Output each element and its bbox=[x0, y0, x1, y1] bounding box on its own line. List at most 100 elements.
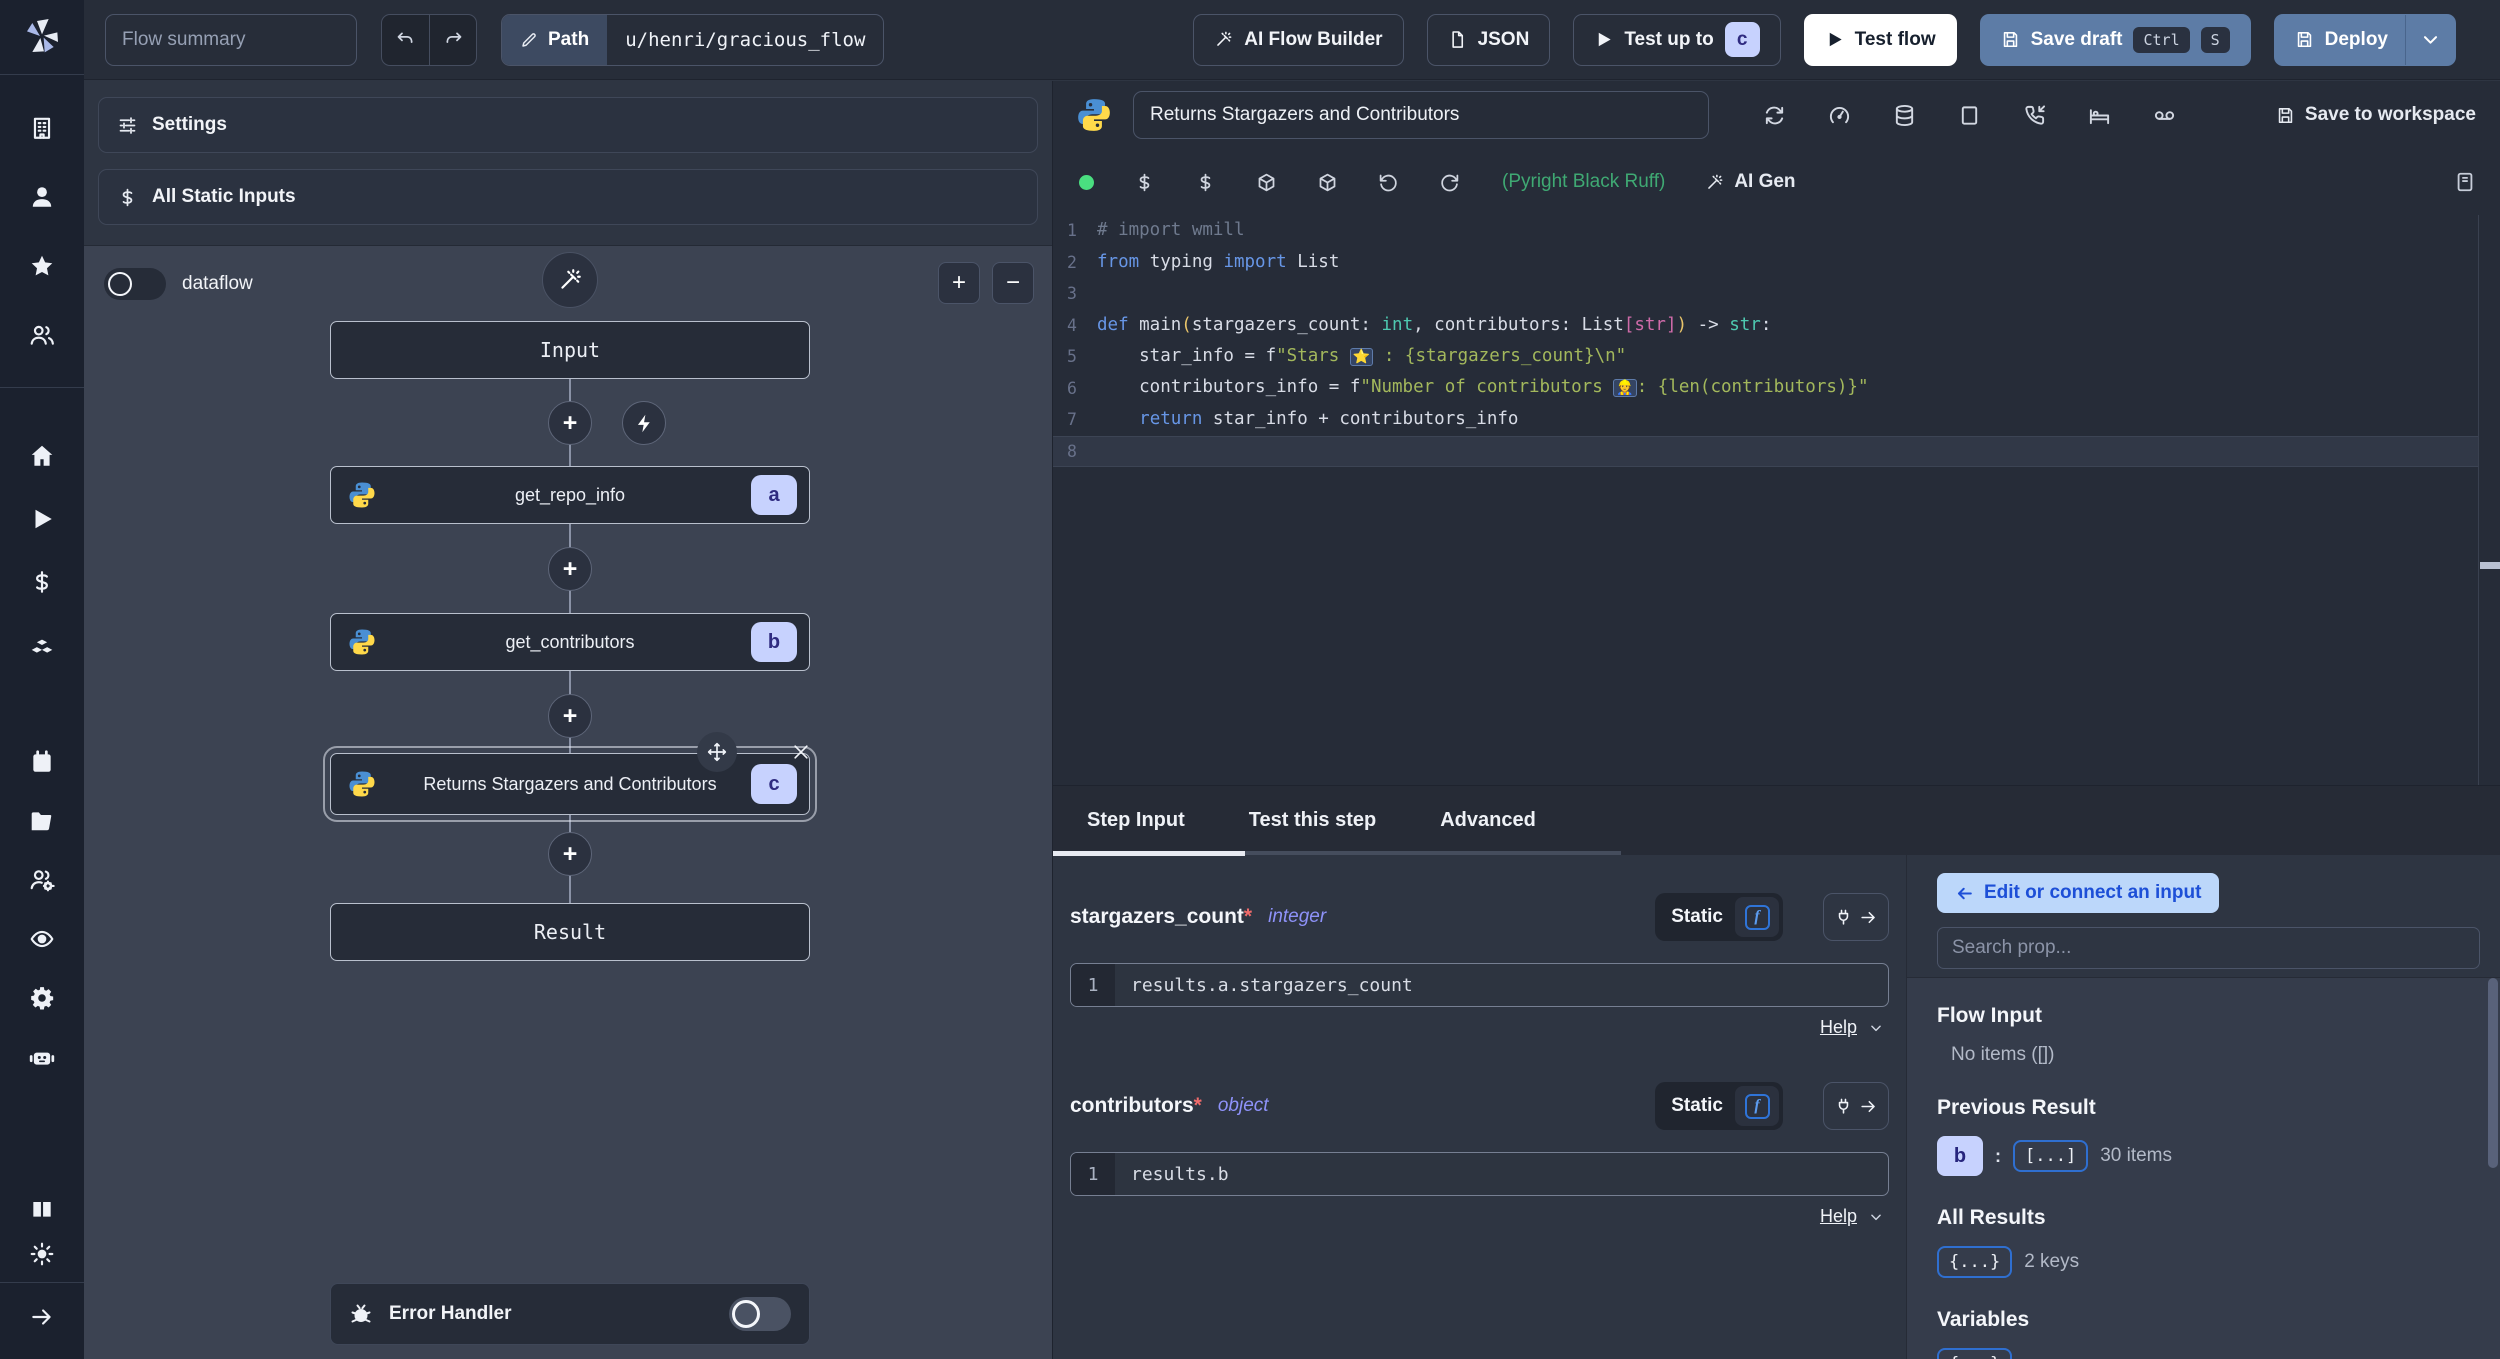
flow-summary-input[interactable] bbox=[105, 13, 357, 66]
code-line-4[interactable]: 4 def main(stargazers_count: int, contrib… bbox=[1053, 310, 2478, 342]
tab-test-this-step[interactable]: Test this step bbox=[1217, 786, 1408, 855]
error-handler-toggle[interactable] bbox=[729, 1297, 791, 1331]
tab-advanced[interactable]: Advanced bbox=[1408, 786, 1568, 855]
flow-node-a[interactable]: get_repo_info a bbox=[330, 466, 810, 524]
code-line-2[interactable]: 2 from typing import List bbox=[1053, 247, 2478, 279]
test-flow-button[interactable]: Test flow bbox=[1803, 13, 1957, 66]
editor-square-icon[interactable] bbox=[1958, 104, 1981, 127]
sidebar-item-building-icon[interactable] bbox=[0, 93, 84, 162]
sidebar-item-folder-icon[interactable] bbox=[0, 791, 84, 850]
move-node-handle[interactable] bbox=[697, 732, 737, 772]
path-field[interactable]: Path u/henri/gracious_flow bbox=[501, 13, 885, 66]
sidebar-item-workers-icon[interactable] bbox=[0, 850, 84, 909]
zoom-out-button[interactable]: − bbox=[992, 262, 1034, 304]
sidebar-item-settings-icon[interactable] bbox=[0, 968, 84, 1027]
editor-sync-icon[interactable] bbox=[1763, 104, 1786, 127]
code-line-3[interactable]: 3 bbox=[1053, 278, 2478, 310]
save-draft-button[interactable]: Save draft Ctrl S bbox=[1979, 13, 2251, 66]
toolbar-dollar-icon[interactable] bbox=[1195, 172, 1216, 193]
flow-node-b[interactable]: get_contributors b bbox=[330, 613, 810, 671]
edit-or-connect-button[interactable]: Edit or connect an input bbox=[1937, 873, 2220, 913]
tab-step-input[interactable]: Step Input bbox=[1055, 786, 1217, 855]
add-step-button[interactable]: + bbox=[548, 547, 592, 591]
sidebar-item-play-icon[interactable] bbox=[0, 487, 84, 550]
static-javascript-toggle[interactable]: Static f bbox=[1655, 1082, 1783, 1130]
editor-bed-icon[interactable] bbox=[2088, 104, 2111, 127]
delete-node-button[interactable] bbox=[781, 732, 821, 772]
all-results-expand-chip[interactable]: {...} bbox=[1937, 1246, 2013, 1278]
toolbar-package-icon[interactable] bbox=[1256, 172, 1277, 193]
sidebar-item-boxes-icon[interactable] bbox=[0, 613, 84, 676]
sidebar-item-sun-icon[interactable] bbox=[0, 1231, 84, 1276]
deploy-button[interactable]: Deploy bbox=[2273, 13, 2456, 66]
trigger-bolt-button[interactable] bbox=[622, 401, 666, 445]
previous-result-expand-chip[interactable]: [...] bbox=[2013, 1140, 2089, 1172]
toolbar-dollar-icon[interactable] bbox=[1134, 172, 1155, 193]
code-line-1[interactable]: 1 # import wmill bbox=[1053, 215, 2478, 247]
static-javascript-toggle[interactable]: Static f bbox=[1655, 893, 1783, 941]
flow-node-input[interactable]: Input bbox=[330, 321, 810, 379]
sidebar-item-users-icon[interactable] bbox=[0, 300, 84, 369]
ai-gen-button[interactable]: AI Gen bbox=[1705, 171, 1796, 193]
sidebar-item-book-open-icon[interactable] bbox=[0, 1186, 84, 1231]
expression-value[interactable]: results.a.stargazers_count bbox=[1115, 964, 1429, 1006]
sidebar-item-star-icon[interactable] bbox=[0, 231, 84, 300]
toolbar-refresh-icon[interactable] bbox=[1439, 172, 1460, 193]
sidebar-item-calendar-icon[interactable] bbox=[0, 732, 84, 791]
editor-voicemail-icon[interactable] bbox=[2153, 104, 2176, 127]
javascript-expression-segment[interactable]: f bbox=[1735, 897, 1779, 937]
javascript-expression-segment[interactable]: f bbox=[1735, 1086, 1779, 1126]
code-line-5[interactable]: 5 star_info = f"Stars ⭐ : {stargazers_co… bbox=[1053, 341, 2478, 373]
zoom-in-button[interactable]: + bbox=[938, 262, 980, 304]
deploy-dropdown-button[interactable] bbox=[2405, 14, 2455, 65]
all-static-inputs-button[interactable]: All Static Inputs bbox=[98, 169, 1038, 225]
error-handler-node[interactable]: Error Handler bbox=[330, 1283, 810, 1345]
chevron-down-icon[interactable] bbox=[1869, 1021, 1883, 1035]
editor-database-icon[interactable] bbox=[1893, 104, 1916, 127]
variables-expand-chip[interactable]: {...} bbox=[1937, 1348, 2013, 1359]
expression-value[interactable]: results.b bbox=[1115, 1153, 1245, 1195]
flow-node-result[interactable]: Result bbox=[330, 903, 810, 961]
code-line-8[interactable]: 8 bbox=[1053, 435, 2478, 467]
editor-phone-incoming-icon[interactable] bbox=[2023, 104, 2046, 127]
add-step-button[interactable]: + bbox=[548, 832, 592, 876]
sidebar-item-robot-icon[interactable] bbox=[0, 1027, 84, 1086]
flow-settings-button[interactable]: Settings bbox=[98, 97, 1038, 153]
sidebar-item-home-icon[interactable] bbox=[0, 424, 84, 487]
search-prop-input[interactable] bbox=[1937, 927, 2480, 969]
sidebar-item-arrow-right-icon[interactable] bbox=[0, 1293, 84, 1341]
help-link[interactable]: Help bbox=[1820, 1017, 1857, 1038]
json-button[interactable]: JSON bbox=[1426, 13, 1551, 66]
windmill-logo-icon[interactable] bbox=[20, 14, 64, 58]
toolbar-package-icon[interactable] bbox=[1317, 172, 1338, 193]
connect-input-button[interactable] bbox=[1823, 1082, 1889, 1130]
ai-flow-builder-button[interactable]: AI Flow Builder bbox=[1193, 13, 1404, 66]
path-edit-chip[interactable]: Path bbox=[502, 14, 608, 65]
code-lines[interactable]: 1 # import wmill 2 from typing import List 3… bbox=[1053, 215, 2478, 785]
test-up-to-button[interactable]: Test up to c bbox=[1573, 13, 1781, 66]
code-line-7[interactable]: 7 return star_info + contributors_info bbox=[1053, 404, 2478, 436]
path-value[interactable]: u/henri/gracious_flow bbox=[607, 15, 883, 65]
graph-ai-wand-button[interactable] bbox=[542, 252, 598, 308]
previous-result-step-badge[interactable]: b bbox=[1937, 1136, 1983, 1176]
library-book-icon[interactable] bbox=[2454, 171, 2476, 193]
editor-gauge-icon[interactable] bbox=[1828, 104, 1851, 127]
connect-panel-scrollbar[interactable] bbox=[2488, 978, 2498, 1168]
sidebar-item-dollar-icon[interactable] bbox=[0, 550, 84, 613]
undo-button[interactable] bbox=[382, 15, 429, 65]
redo-button[interactable] bbox=[429, 14, 476, 65]
chevron-down-icon[interactable] bbox=[1869, 1210, 1883, 1224]
connect-input-button[interactable] bbox=[1823, 893, 1889, 941]
sidebar-item-eye-icon[interactable] bbox=[0, 909, 84, 968]
add-step-button[interactable]: + bbox=[548, 401, 592, 445]
sidebar-item-user-icon[interactable] bbox=[0, 162, 84, 231]
expression-editor[interactable]: 1 results.a.stargazers_count bbox=[1070, 963, 1889, 1007]
flow-node-c-selected[interactable]: Returns Stargazers and Contributors c bbox=[323, 732, 817, 822]
add-step-button[interactable]: + bbox=[548, 694, 592, 738]
dataflow-toggle[interactable] bbox=[104, 268, 166, 300]
code-line-6[interactable]: 6 contributors_info = f"Number of contri… bbox=[1053, 373, 2478, 405]
expression-editor[interactable]: 1 results.b bbox=[1070, 1152, 1889, 1196]
editor-overview-ruler[interactable] bbox=[2478, 215, 2500, 785]
help-link[interactable]: Help bbox=[1820, 1206, 1857, 1227]
step-title-input[interactable] bbox=[1133, 91, 1709, 139]
